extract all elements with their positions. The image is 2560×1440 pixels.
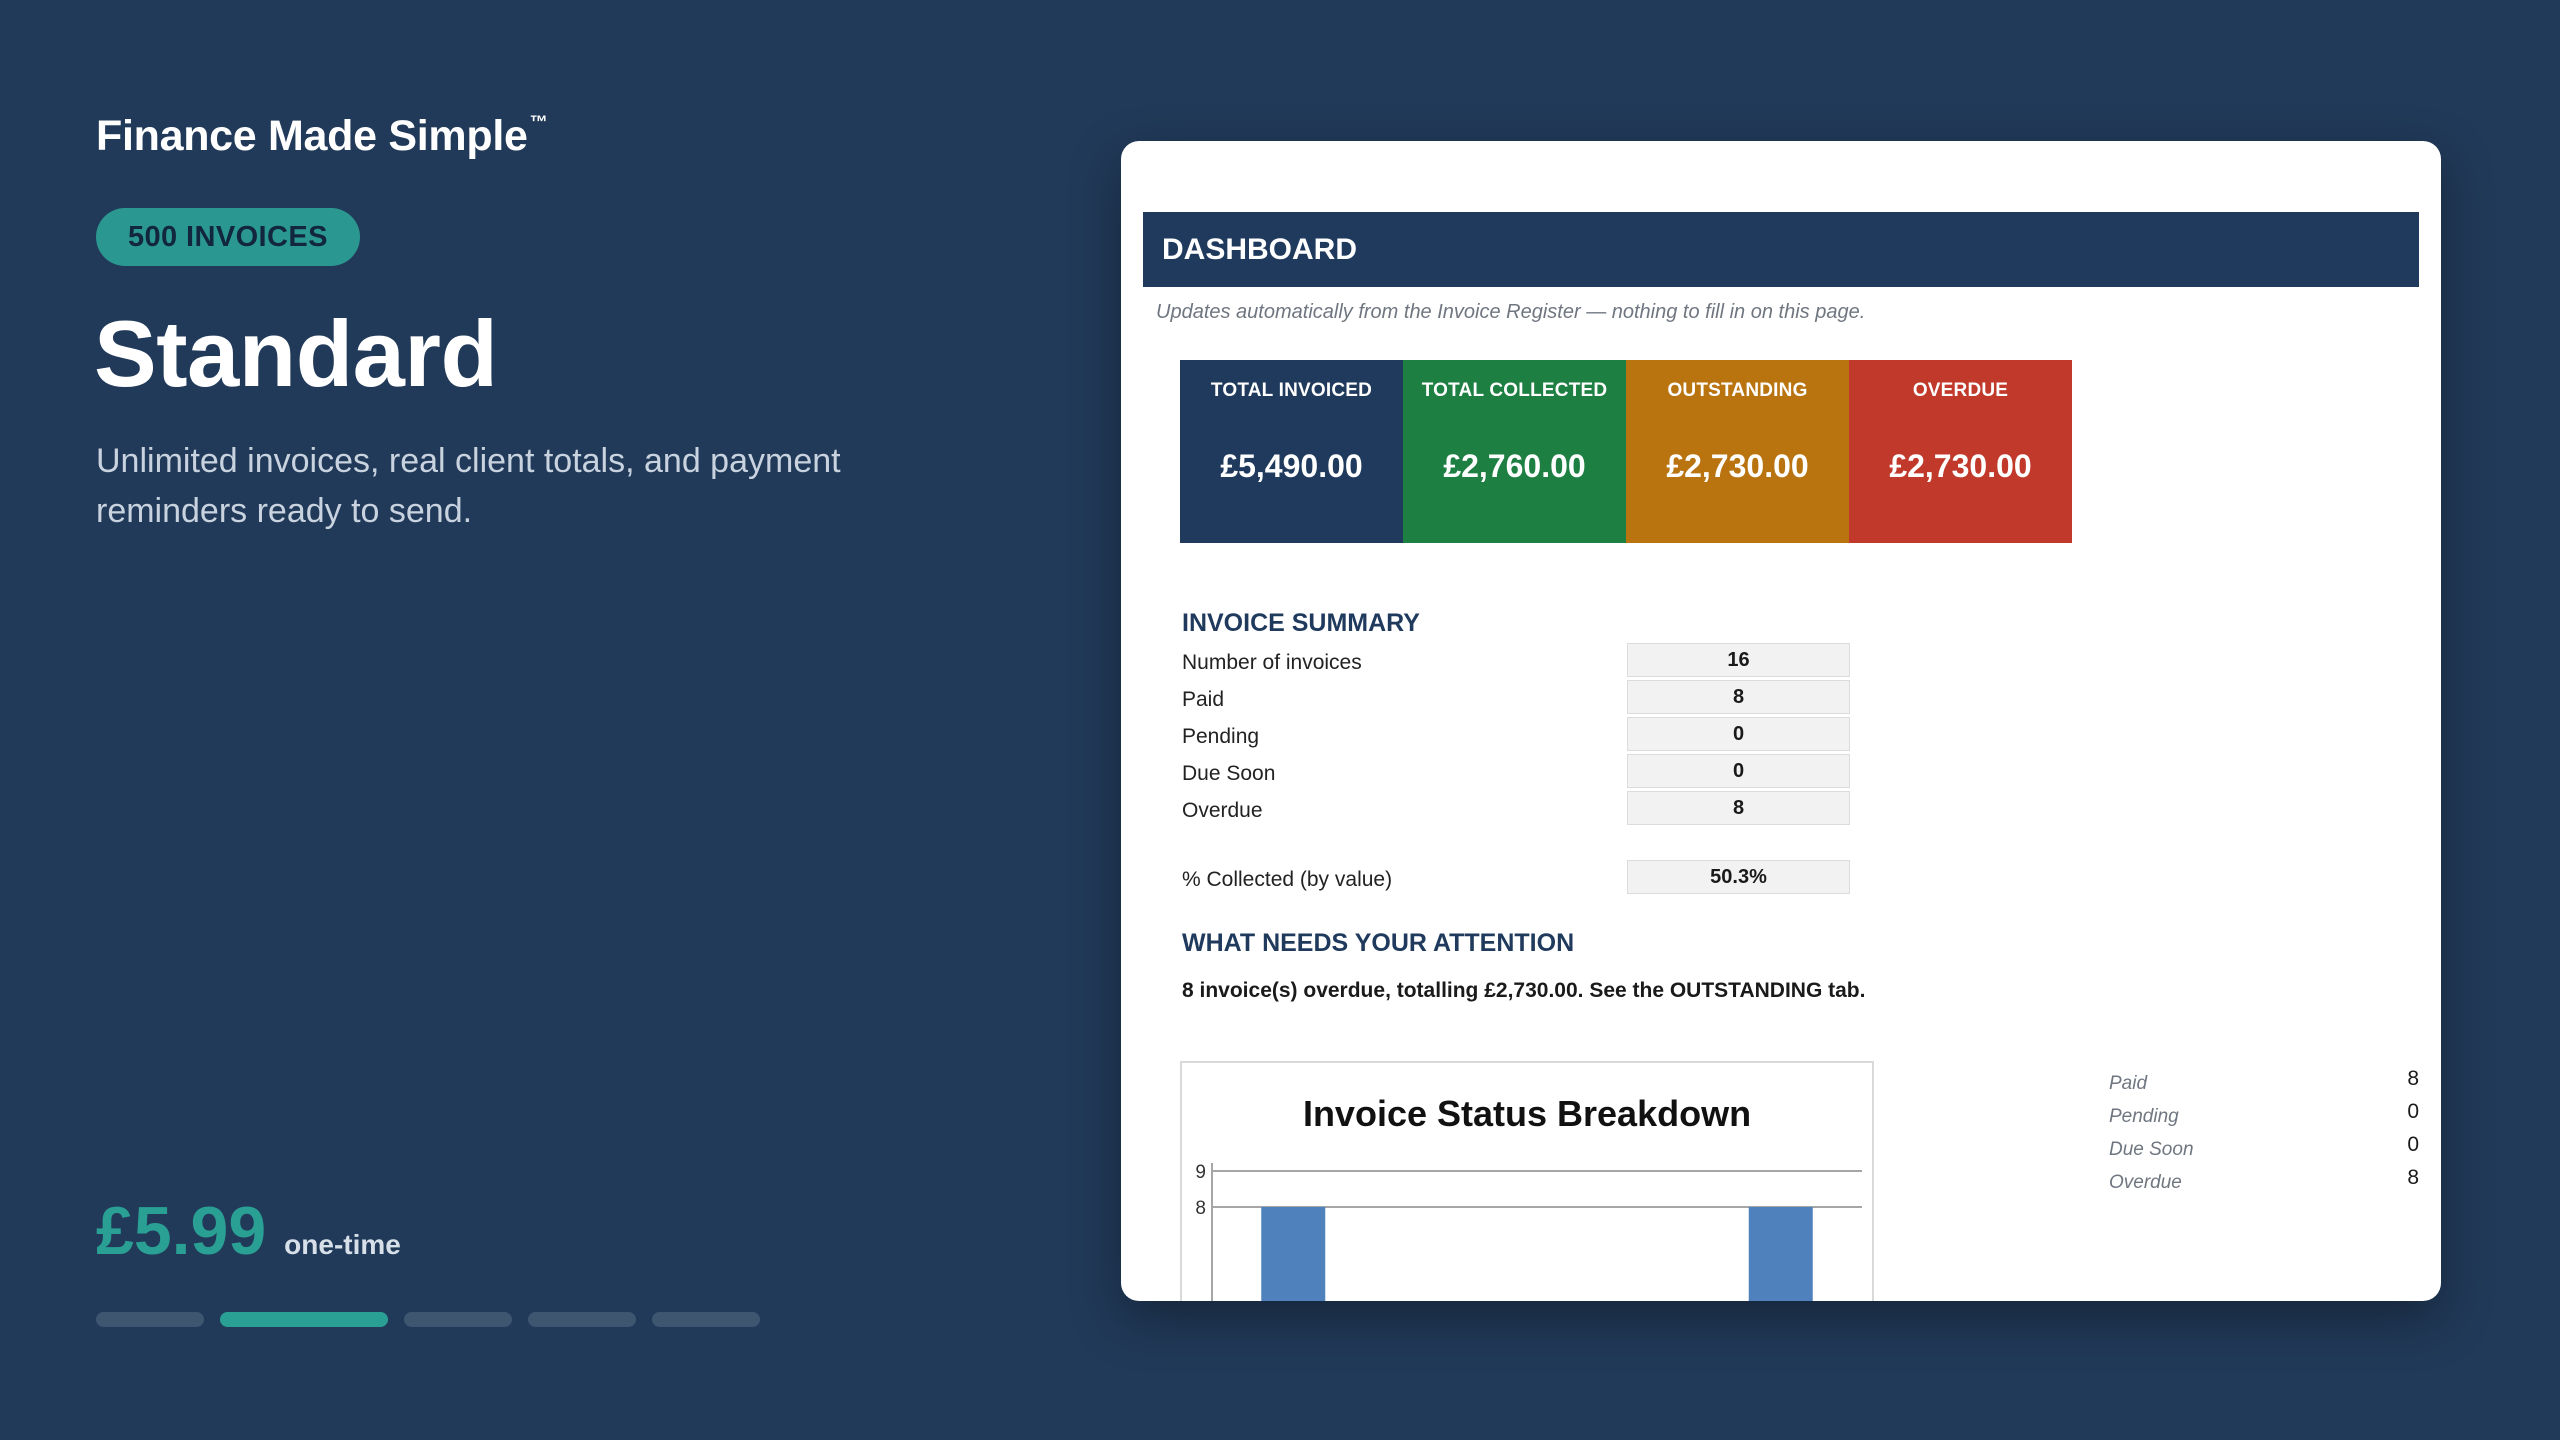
carousel-dot[interactable]	[404, 1312, 512, 1327]
summary-label: Pending	[1182, 725, 1260, 748]
price-note: one-time	[284, 1229, 401, 1260]
dashboard-note: Updates automatically from the Invoice R…	[1156, 301, 1866, 323]
summary-value: 0	[1627, 717, 1850, 751]
summary-label: Paid	[1182, 688, 1225, 711]
carousel-dot[interactable]	[652, 1312, 760, 1327]
trademark-symbol: ™	[529, 112, 548, 132]
brand-name: Finance Made Simple	[96, 112, 528, 160]
dashboard-header: DASHBOARD	[1143, 212, 2419, 287]
summary-label: Due Soon	[1182, 762, 1276, 785]
summary-row: Paid 8	[1182, 679, 1882, 716]
status-count-value: 0	[2407, 1100, 2419, 1123]
status-count-value: 8	[2407, 1067, 2419, 1090]
summary-value: 16	[1627, 643, 1850, 677]
attention-title: WHAT NEEDS YOUR ATTENTION	[1182, 929, 1575, 957]
status-count-value: 8	[2407, 1166, 2419, 1189]
plan-name: Standard	[94, 301, 498, 406]
kpi-label: TOTAL INVOICED	[1210, 380, 1373, 401]
collected-percent-label: % Collected (by value)	[1182, 868, 1393, 891]
collected-percent-row: % Collected (by value) 50.3%	[1182, 859, 1882, 896]
kpi-outstanding: OUTSTANDING £2,730.00	[1626, 360, 1849, 543]
app-stage: Finance Made Simple ™ 500 INVOICES Standa…	[0, 0, 2560, 1440]
attention-message: 8 invoice(s) overdue, totalling £2,730.0…	[1182, 979, 1866, 1002]
invoice-summary-title: INVOICE SUMMARY	[1182, 609, 1420, 637]
kpi-overdue: OVERDUE £2,730.00	[1849, 360, 2072, 543]
status-chart: Invoice Status Breakdown 98	[1180, 1061, 1874, 1301]
dashboard-preview-card: DASHBOARD Updates automatically from the…	[1121, 141, 2441, 1301]
kpi-total-invoiced: TOTAL INVOICED £5,490.00	[1180, 360, 1403, 543]
kpi-value: £2,760.00	[1443, 448, 1586, 484]
summary-value: 8	[1627, 680, 1850, 714]
status-count-label: Pending	[2109, 1106, 2179, 1127]
summary-value: 0	[1627, 754, 1850, 788]
kpi-label: TOTAL COLLECTED	[1421, 380, 1608, 401]
kpi-value: £5,490.00	[1220, 448, 1363, 484]
summary-value: 8	[1627, 791, 1850, 825]
summary-row: Number of invoices 16	[1182, 642, 1882, 679]
status-count-value: 0	[2407, 1133, 2419, 1156]
bar-paid	[1261, 1207, 1326, 1301]
status-count-row: Overdue 8	[2109, 1164, 2419, 1197]
price-row: £5.99 one-time	[96, 1192, 401, 1270]
summary-label: Number of invoices	[1182, 651, 1362, 674]
summary-row: Due Soon 0	[1182, 753, 1882, 790]
status-count-row: Pending 0	[2109, 1098, 2419, 1131]
summary-row: Overdue 8	[1182, 790, 1882, 827]
status-count-label: Paid	[2109, 1073, 2148, 1094]
status-count-label: Due Soon	[2109, 1139, 2194, 1160]
status-count-label: Overdue	[2109, 1172, 2182, 1193]
brand-title: Finance Made Simple ™	[96, 112, 548, 161]
kpi-value: £2,730.00	[1889, 448, 2032, 484]
summary-label: Overdue	[1182, 799, 1263, 822]
status-count-row: Due Soon 0	[2109, 1131, 2419, 1164]
carousel-dot-active[interactable]	[220, 1312, 388, 1327]
status-count-table: Paid 8 Pending 0 Due Soon 0 Overdue 8	[2109, 1065, 2419, 1197]
chart-plot-area: 98	[1195, 1162, 1862, 1301]
kpi-label: OVERDUE	[1912, 380, 2009, 401]
carousel-indicator	[96, 1312, 760, 1327]
status-count-row: Paid 8	[2109, 1065, 2419, 1098]
invoice-summary-table: Number of invoices 16 Paid 8 Pending 0 D…	[1182, 642, 1882, 827]
kpi-label: OUTSTANDING	[1667, 380, 1808, 401]
carousel-dot[interactable]	[96, 1312, 204, 1327]
y-tick-label: 8	[1195, 1198, 1206, 1219]
price: £5.99	[96, 1193, 267, 1269]
kpi-total-collected: TOTAL COLLECTED £2,760.00	[1403, 360, 1626, 543]
collected-percent-value: 50.3%	[1627, 860, 1850, 894]
summary-row: Pending 0	[1182, 716, 1882, 753]
y-tick-label: 9	[1195, 1162, 1206, 1183]
kpi-value: £2,730.00	[1666, 448, 1809, 484]
plan-description: Unlimited invoices, real client totals, …	[96, 442, 841, 530]
carousel-dot[interactable]	[528, 1312, 636, 1327]
bar-overdue	[1748, 1207, 1813, 1301]
tier-badge: 500 INVOICES	[96, 208, 360, 266]
kpi-strip: TOTAL INVOICED £5,490.00 TOTAL COLLECTED…	[1180, 360, 2072, 543]
